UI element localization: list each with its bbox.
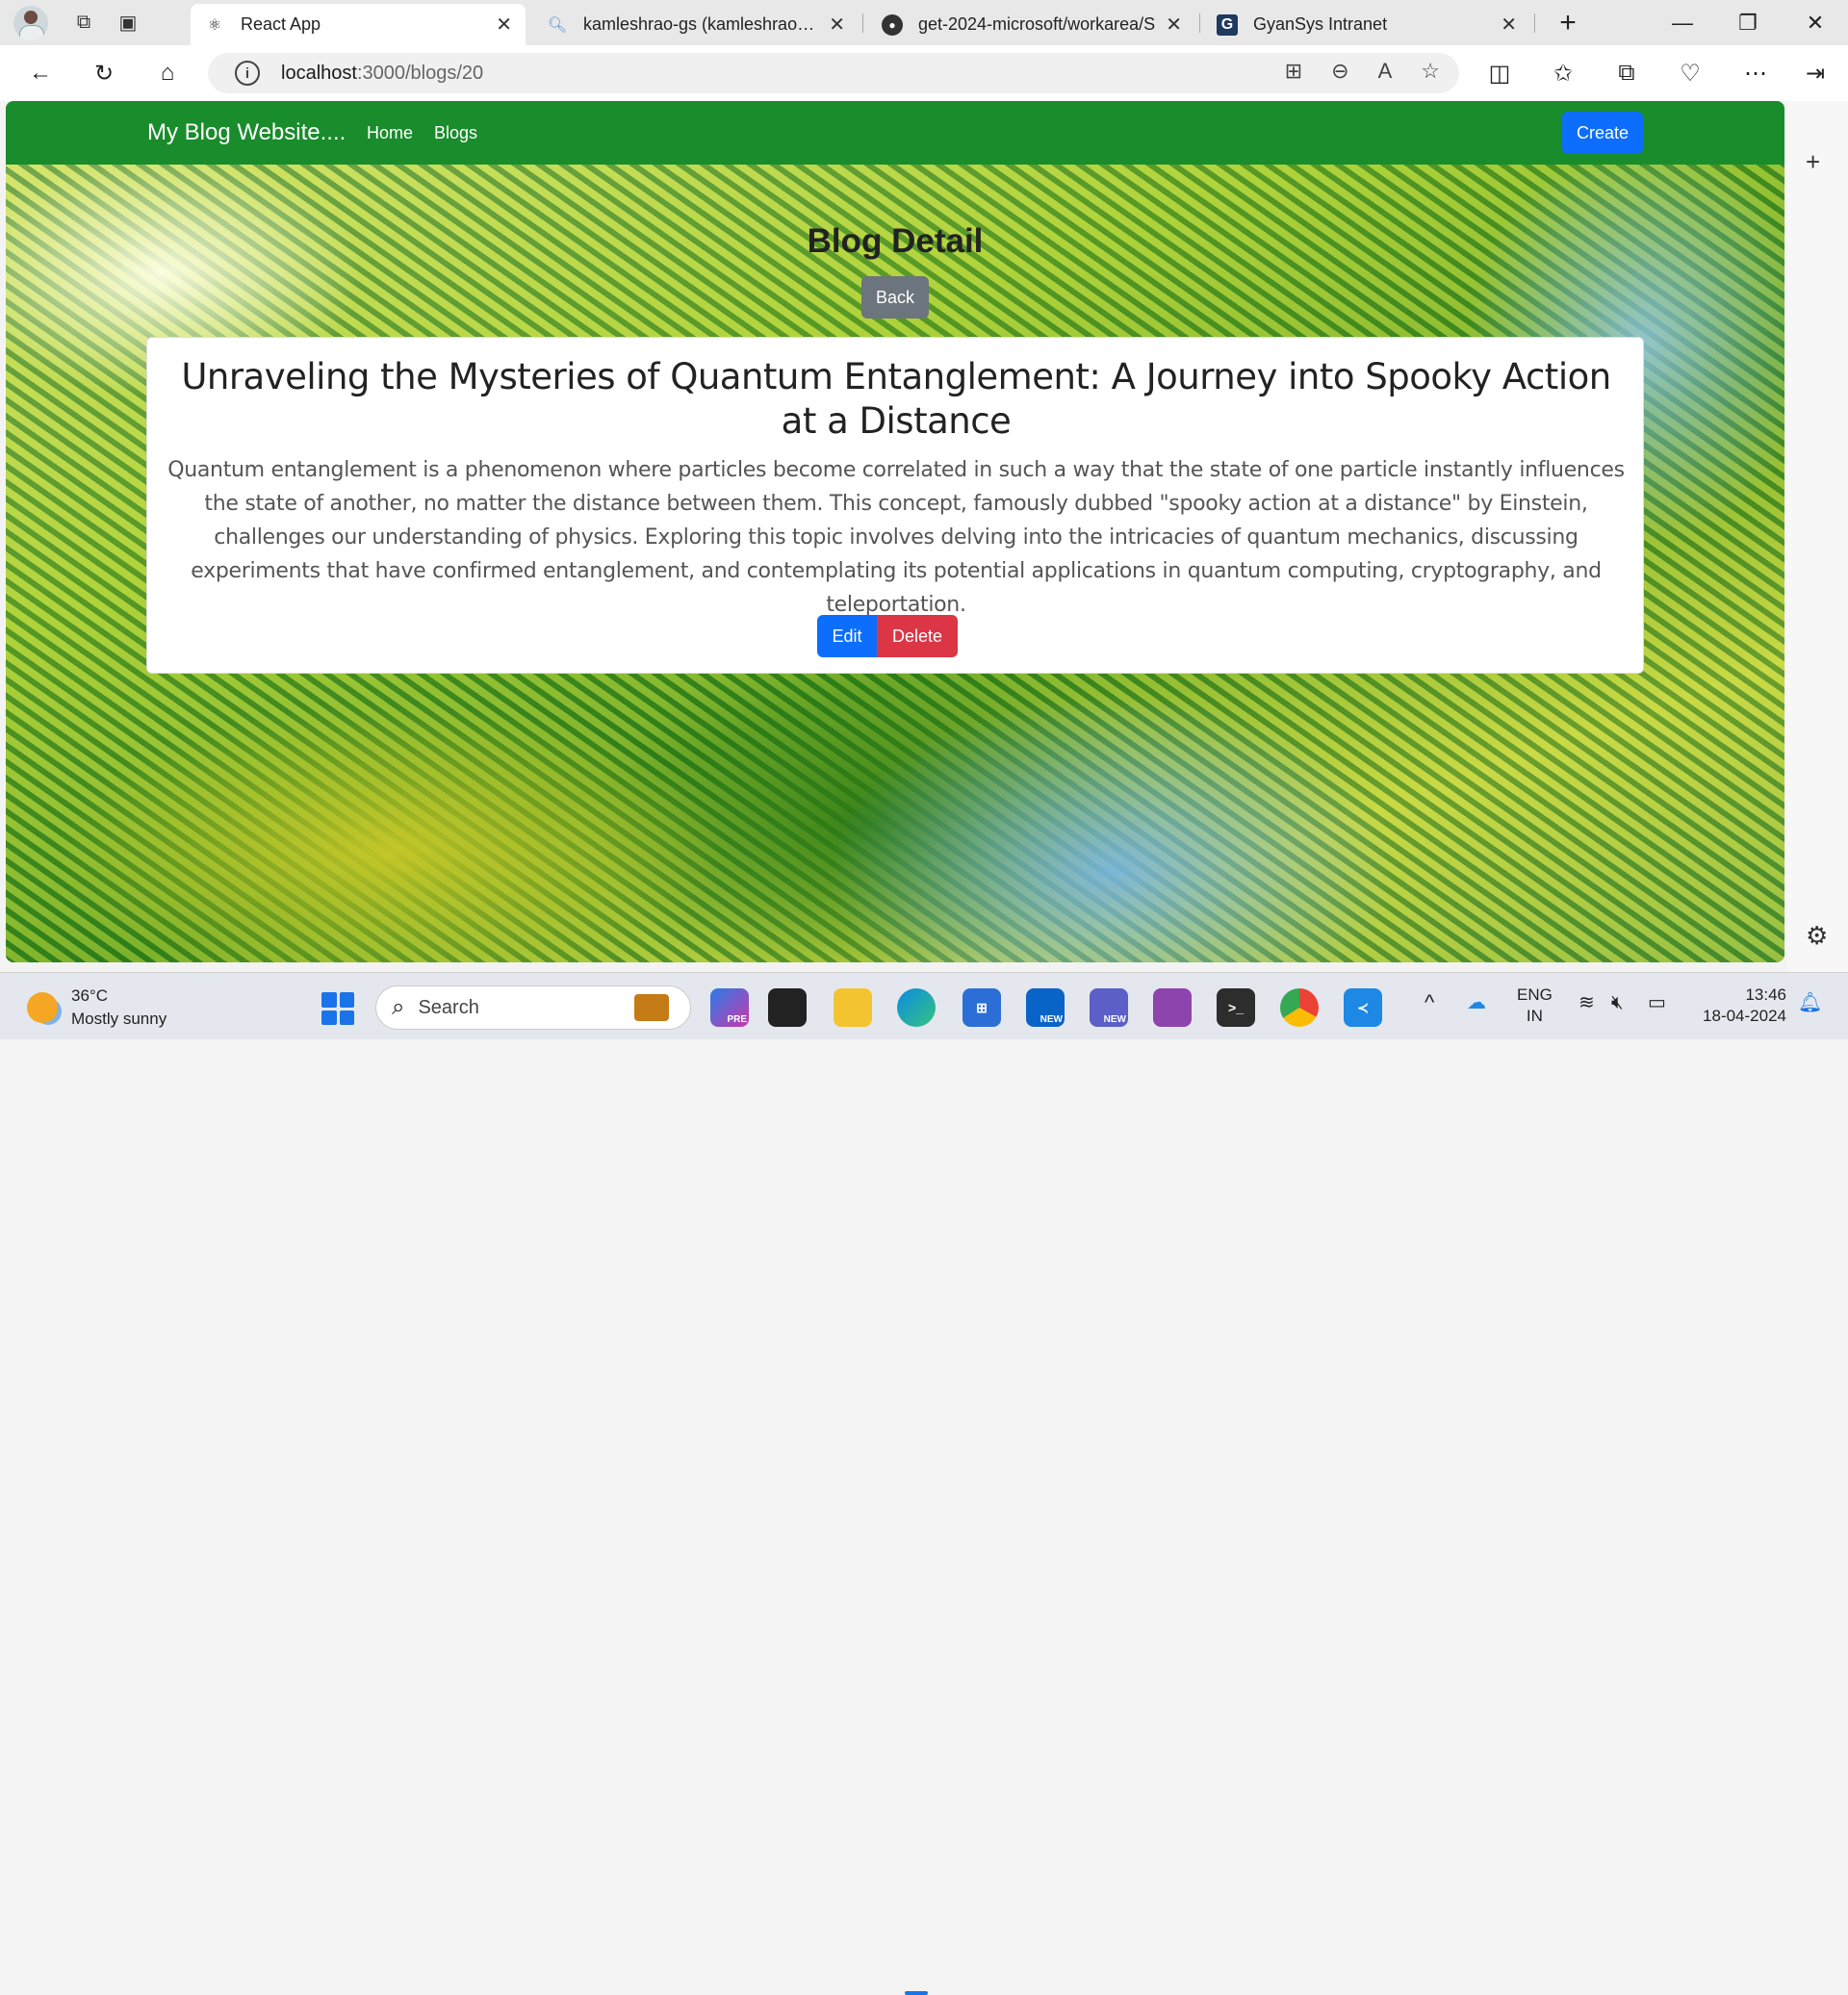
close-window-icon[interactable]: ✕: [1783, 0, 1848, 45]
battery-icon[interactable]: ▭: [1648, 992, 1666, 1013]
collections-icon[interactable]: ⧉: [1607, 54, 1646, 92]
home-icon[interactable]: ⌂: [148, 54, 187, 92]
outlook-icon[interactable]: NEW: [1026, 988, 1065, 1027]
taskbar-search[interactable]: ⌕ Search: [375, 985, 691, 1030]
weather-widget[interactable]: 36°C Mostly sunny: [27, 985, 167, 1031]
github-icon: ●: [882, 13, 903, 36]
refresh-icon[interactable]: ↻: [85, 54, 123, 92]
g-icon: G: [1217, 13, 1238, 36]
url-text[interactable]: localhost:3000/blogs/20: [281, 63, 483, 85]
info-icon[interactable]: i: [235, 61, 260, 86]
weather-desc: Mostly sunny: [71, 1010, 167, 1028]
weather-sun-icon: [27, 992, 58, 1023]
active-app-indicator: [905, 1991, 928, 1995]
briefcase-icon: [634, 994, 669, 1021]
visual-studio-icon[interactable]: [1153, 988, 1192, 1027]
profile-avatar[interactable]: [13, 5, 48, 40]
terminal-icon[interactable]: >_: [1217, 988, 1255, 1027]
chrome-icon[interactable]: [1280, 988, 1319, 1027]
new-tab-icon[interactable]: +: [1534, 0, 1602, 45]
address-bar[interactable]: i localhost:3000/blogs/20 ⊞ ⊖ A ☆: [208, 53, 1459, 93]
clock[interactable]: 13:46 18-04-2024: [1692, 985, 1786, 1027]
teams-icon[interactable]: NEW: [1090, 988, 1128, 1027]
back-arrow-icon[interactable]: ←: [21, 54, 60, 92]
tab-gyansys[interactable]: G GyanSys Intranet ✕: [1203, 4, 1530, 45]
notification-bell-icon[interactable]: 🔔︎: [1798, 992, 1822, 1013]
page-title: Blog Detail: [807, 222, 984, 260]
blog-title: Unraveling the Mysteries of Quantum Enta…: [181, 356, 1611, 442]
chevron-up-icon[interactable]: ^: [1424, 992, 1434, 1013]
close-tab-icon[interactable]: ✕: [829, 13, 845, 37]
edge-sidebar: + ⚙: [1786, 101, 1848, 972]
close-tab-icon[interactable]: ✕: [1166, 13, 1182, 37]
browser-toolbar: ← ↻ ⌂ i localhost:3000/blogs/20 ⊞ ⊖ A ☆ …: [0, 45, 1848, 101]
close-tab-icon[interactable]: ✕: [496, 13, 512, 37]
tab-separator: [1199, 13, 1200, 33]
browser-essentials-icon[interactable]: ♡: [1671, 54, 1709, 92]
restore-icon[interactable]: ❐: [1715, 0, 1781, 45]
file-explorer-icon[interactable]: [834, 988, 872, 1027]
split-screen-icon[interactable]: ◫: [1480, 54, 1519, 92]
settings-gear-icon[interactable]: ⚙: [1806, 921, 1828, 951]
tab-react-app[interactable]: ⚛ React App ✕: [191, 4, 526, 45]
onedrive-icon[interactable]: ☁: [1467, 992, 1486, 1013]
read-aloud-icon[interactable]: A: [1378, 59, 1393, 84]
web-page-background: My Blog Website.... Home Blogs Create Bl…: [6, 101, 1784, 962]
back-button[interactable]: Back: [861, 276, 929, 319]
search-icon: 🔍︎: [547, 16, 568, 34]
tab-separator: [862, 13, 863, 33]
edit-button[interactable]: Edit: [817, 615, 877, 657]
nav-home-link[interactable]: Home: [367, 123, 413, 143]
start-windows-icon[interactable]: [321, 992, 354, 1025]
copilot-icon[interactable]: PRE: [710, 988, 749, 1027]
store-icon[interactable]: ⊞: [962, 988, 1001, 1027]
sidebar-toggle-icon[interactable]: ⇥: [1796, 54, 1835, 92]
language-indicator[interactable]: ENG IN: [1517, 985, 1553, 1027]
apps-icon[interactable]: ⊞: [1285, 59, 1302, 84]
blog-body: Quantum entanglement is a phenomenon whe…: [167, 458, 1625, 617]
nav-blogs-link[interactable]: Blogs: [434, 123, 477, 143]
react-icon: ⚛: [207, 16, 222, 34]
task-view-icon[interactable]: [768, 988, 807, 1027]
minimize-icon[interactable]: —: [1650, 0, 1715, 45]
delete-button[interactable]: Delete: [877, 615, 958, 657]
zoom-out-icon[interactable]: ⊖: [1331, 59, 1348, 84]
blog-card: Unraveling the Mysteries of Quantum Enta…: [146, 337, 1644, 674]
favorite-star-icon[interactable]: ☆: [1421, 59, 1440, 84]
more-options-icon[interactable]: ⋯: [1736, 54, 1775, 92]
workspaces-icon[interactable]: ⧉: [62, 0, 106, 45]
volume-muted-icon[interactable]: 🔇︎: [1611, 992, 1624, 1013]
tab-actions-icon[interactable]: ▣: [106, 0, 150, 45]
edge-icon[interactable]: [897, 988, 936, 1027]
create-button[interactable]: Create: [1562, 112, 1643, 154]
add-sidebar-app-icon[interactable]: +: [1806, 147, 1820, 177]
close-tab-icon[interactable]: ✕: [1501, 13, 1517, 37]
windows-taskbar: 36°C Mostly sunny ⌕ Search PRE ⊞ NEW NEW…: [0, 972, 1848, 1995]
wifi-icon[interactable]: ≋: [1578, 992, 1595, 1013]
tab-github[interactable]: ● get-2024-microsoft/workarea/S ✕: [868, 4, 1195, 45]
weather-temp: 36°C: [71, 986, 108, 1005]
brand-link[interactable]: My Blog Website....: [147, 119, 346, 146]
vscode-icon[interactable]: ≺: [1344, 988, 1382, 1027]
favorites-icon[interactable]: ✩: [1544, 54, 1582, 92]
tab-kamleshrao[interactable]: 🔍︎ kamleshrao-gs (kamleshrao-gs) ✕: [533, 4, 859, 45]
app-navbar: My Blog Website.... Home Blogs Create: [6, 101, 1784, 165]
search-icon: ⌕: [392, 994, 405, 1020]
